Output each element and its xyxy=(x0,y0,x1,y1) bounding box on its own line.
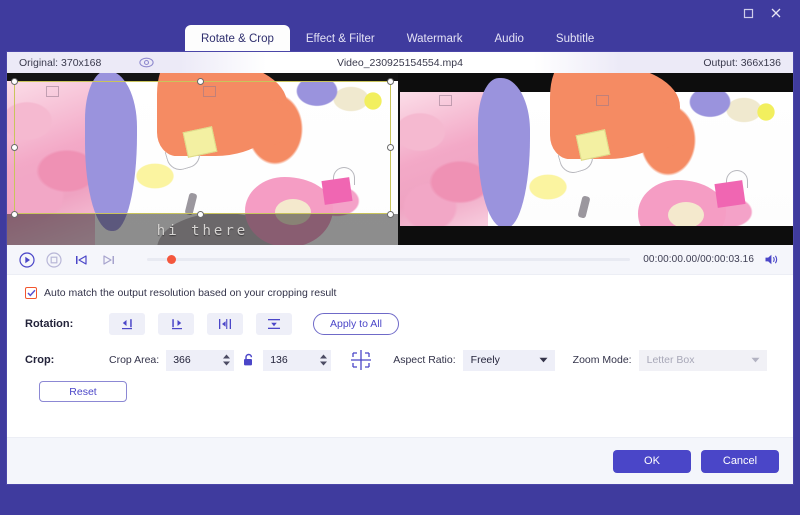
volume-icon[interactable] xyxy=(761,250,783,270)
apply-to-all-label: Apply to All xyxy=(330,318,382,330)
art-orange-hook xyxy=(222,99,292,147)
watermark-icon xyxy=(439,95,452,106)
transport-bar: 00:00:00.00/00:00:03.16 xyxy=(7,245,793,275)
tab-bar: Rotate & Crop Effect & Filter Watermark … xyxy=(0,24,800,52)
art-pink-clip xyxy=(321,177,352,205)
tab-watermark[interactable]: Watermark xyxy=(391,26,479,52)
rotation-row: Rotation: Apply to All xyxy=(25,313,775,335)
next-frame-icon[interactable] xyxy=(98,250,118,270)
previous-frame-icon[interactable] xyxy=(71,250,91,270)
art-pink-clip xyxy=(714,180,745,208)
preview-area: hi there xyxy=(7,73,793,245)
auto-match-label: Auto match the output resolution based o… xyxy=(44,287,336,299)
cancel-button[interactable]: Cancel xyxy=(701,450,779,473)
crop-height-stepper[interactable] xyxy=(315,350,331,371)
controls-panel: Auto match the output resolution based o… xyxy=(7,275,793,402)
close-icon[interactable] xyxy=(762,2,790,24)
art-flower-core xyxy=(668,202,704,228)
tab-label: Subtitle xyxy=(556,33,594,45)
art-orange-hook xyxy=(615,102,685,150)
reset-label: Reset xyxy=(69,386,96,398)
aspect-ratio-value: Freely xyxy=(471,354,500,366)
auto-match-row: Auto match the output resolution based o… xyxy=(25,287,775,299)
crop-height-input[interactable] xyxy=(263,350,315,371)
info-strip: Original: 370x168 Video_230925154554.mp4… xyxy=(7,52,793,73)
zoom-mode-value: Letter Box xyxy=(647,354,695,366)
source-video-frame xyxy=(7,81,398,245)
letterbox-bottom xyxy=(400,226,793,245)
reset-row: Reset xyxy=(25,381,775,402)
ok-button[interactable]: OK xyxy=(613,450,691,473)
stop-icon[interactable] xyxy=(44,250,64,270)
tab-effect-filter[interactable]: Effect & Filter xyxy=(290,26,391,52)
output-preview xyxy=(400,73,793,245)
art-purple-shape xyxy=(478,78,530,228)
cancel-label: Cancel xyxy=(723,455,757,467)
rotate-right-icon[interactable] xyxy=(158,313,194,335)
apply-to-all-button[interactable]: Apply to All xyxy=(313,313,399,335)
timeline-scrubber[interactable] xyxy=(147,250,630,270)
aspect-lock-icon[interactable] xyxy=(242,353,255,367)
art-grey-clip xyxy=(184,192,197,215)
crop-width-stepper[interactable] xyxy=(218,350,234,371)
reset-button[interactable]: Reset xyxy=(39,381,127,402)
ok-label: OK xyxy=(644,455,660,467)
tab-label: Effect & Filter xyxy=(306,33,375,45)
rotate-left-icon[interactable] xyxy=(109,313,145,335)
art-grey-clip xyxy=(577,195,590,218)
art-pink-wash xyxy=(400,92,488,226)
rotation-label: Rotation: xyxy=(25,318,109,330)
timeline-playhead[interactable] xyxy=(167,255,176,264)
timecode-label: 00:00:00.00/00:00:03.16 xyxy=(643,254,754,265)
title-bar xyxy=(0,0,800,26)
flip-vertical-icon[interactable] xyxy=(256,313,292,335)
watermark-icon xyxy=(203,86,216,97)
flip-horizontal-icon[interactable] xyxy=(207,313,243,335)
auto-match-checkbox[interactable] xyxy=(25,287,37,299)
art-flower-core xyxy=(275,199,311,225)
play-icon[interactable] xyxy=(17,250,37,270)
tab-rotate-crop[interactable]: Rotate & Crop xyxy=(185,25,290,52)
footer-bar: OK Cancel xyxy=(7,437,793,484)
zoom-mode-label: Zoom Mode: xyxy=(573,354,632,366)
output-resolution-label: Output: 366x136 xyxy=(703,57,781,69)
watermark-icon xyxy=(596,95,609,106)
art-pink-wash xyxy=(7,81,95,245)
crop-row: Crop: Crop Area: xyxy=(25,349,775,371)
crop-width-input[interactable] xyxy=(166,350,218,371)
art-purple-shape xyxy=(85,73,137,231)
zoom-mode-select: Letter Box xyxy=(639,350,767,371)
file-name-label: Video_230925154554.mp4 xyxy=(7,57,793,69)
chevron-down-icon xyxy=(751,354,760,366)
tab-label: Audio xyxy=(495,33,524,45)
tab-subtitle[interactable]: Subtitle xyxy=(540,26,610,52)
watermark-icon xyxy=(46,86,59,97)
output-video-frame xyxy=(400,92,793,226)
tab-label: Rotate & Crop xyxy=(201,33,274,45)
timeline-track xyxy=(147,258,630,261)
aspect-ratio-select[interactable]: Freely xyxy=(463,350,555,371)
editor-frame: Original: 370x168 Video_230925154554.mp4… xyxy=(6,51,794,485)
crop-label: Crop: xyxy=(25,354,109,366)
tab-label: Watermark xyxy=(407,33,463,45)
crop-area-label: Crop Area: xyxy=(109,354,159,366)
crop-tool-icon[interactable] xyxy=(349,349,373,371)
source-preview[interactable]: hi there xyxy=(7,73,400,245)
video-editor-window: Rotate & Crop Effect & Filter Watermark … xyxy=(0,0,800,515)
tab-audio[interactable]: Audio xyxy=(479,26,540,52)
aspect-ratio-label: Aspect Ratio: xyxy=(393,354,455,366)
maximize-icon[interactable] xyxy=(734,2,762,24)
chevron-down-icon xyxy=(539,354,548,366)
